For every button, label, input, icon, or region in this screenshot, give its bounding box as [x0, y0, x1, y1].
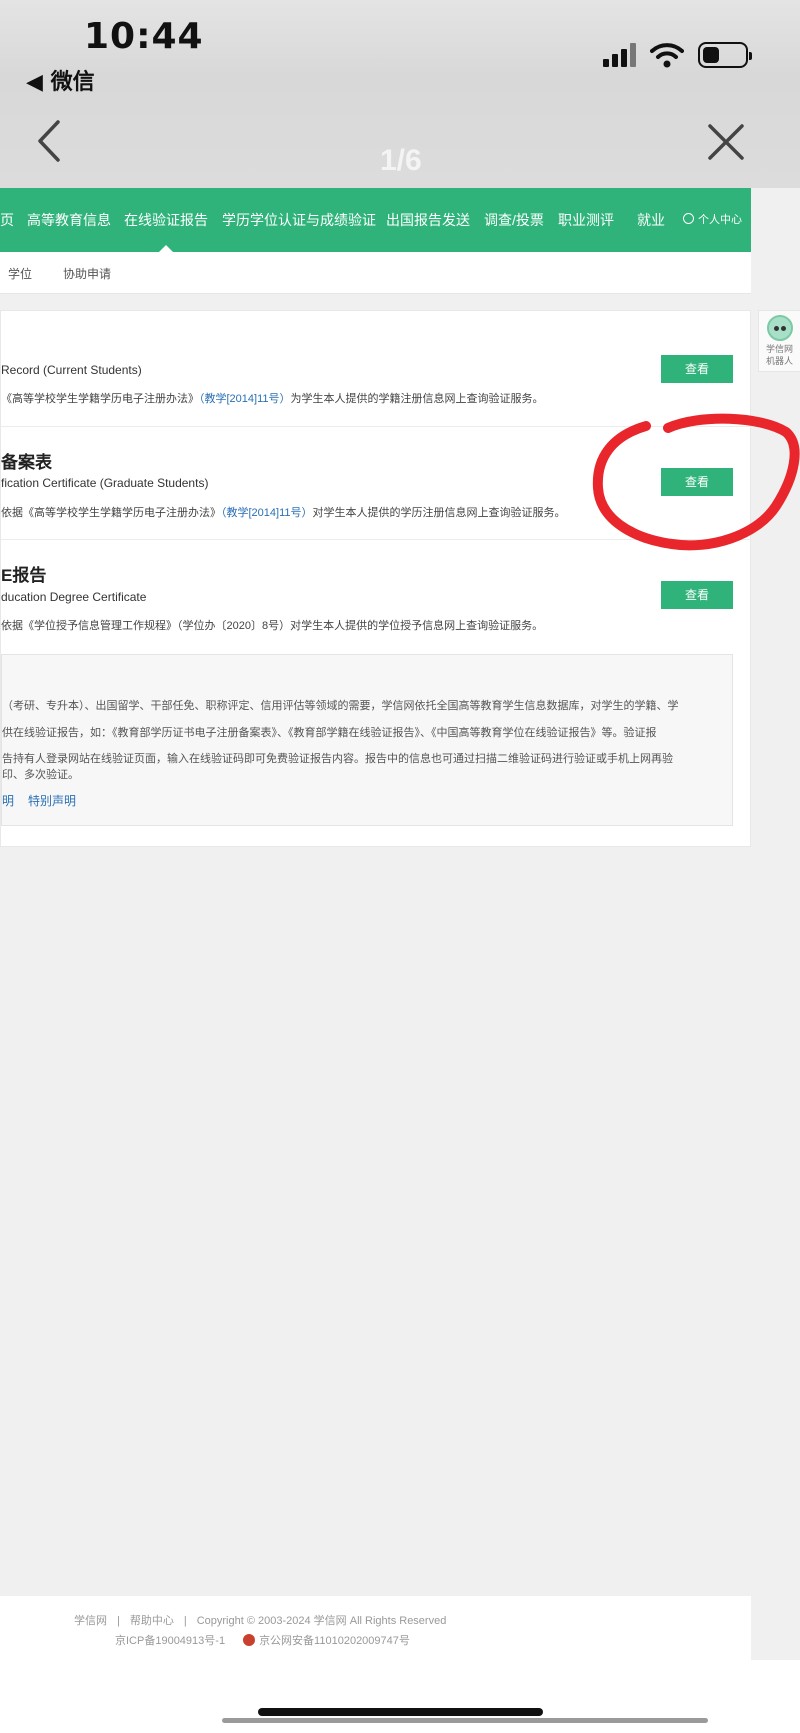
- footer-registration: 京ICP备19004913号-1 京公网安备11010202009747号: [115, 1632, 410, 1648]
- close-icon[interactable]: [706, 122, 746, 162]
- subnav-item-degree[interactable]: 学位: [8, 265, 32, 282]
- report-description-text: 对学生本人提供的学历注册信息网上查询验证服务。: [312, 507, 566, 519]
- menu-item-employment[interactable]: 就业: [637, 188, 665, 252]
- footer: 学信网 | 帮助中心 | Copyright © 2003-2024 学信网 All R…: [0, 1596, 751, 1660]
- user-center-label: 个人中心: [698, 214, 742, 226]
- footer-link-home[interactable]: 学信网: [74, 1615, 107, 1627]
- report-subtitle: Record (Current Students): [1, 363, 142, 377]
- robot-label: 机器人: [765, 356, 793, 366]
- report-description-text: 《高等学校学生学籍学历电子注册办法》: [1, 393, 199, 405]
- robot-icon: [766, 315, 793, 341]
- footer-icp[interactable]: 京ICP备19004913号-1: [115, 1635, 225, 1647]
- horizontal-scrollbar[interactable]: [222, 1718, 708, 1723]
- page-indicator: 1/6: [380, 144, 422, 177]
- report-description-text: 依据《高等学校学生学籍学历电子注册办法》: [1, 507, 221, 519]
- view-button[interactable]: 查看: [661, 355, 733, 383]
- report-title: E报告: [1, 566, 47, 585]
- wifi-icon: [650, 43, 684, 68]
- notice-line: 供在线验证报告，如：《教育部学历证书电子注册备案表》、《教育部学籍在线验证报告》…: [2, 727, 657, 739]
- back-to-wechat-link[interactable]: ◀ 微信: [26, 64, 95, 96]
- menu-item-career-test[interactable]: 职业测评: [558, 188, 614, 252]
- user-icon: [683, 213, 694, 224]
- report-subtitle: ducation Degree Certificate: [1, 590, 147, 604]
- menu-item-survey[interactable]: 调查/投票: [484, 188, 544, 252]
- footer-copyright: Copyright © 2003-2024 学信网 All Rights Res…: [196, 1615, 447, 1627]
- menu-item-overseas-report[interactable]: 出国报告发送: [386, 188, 470, 252]
- status-time: 10:44: [84, 16, 204, 57]
- notice-line: 印、多次验证。: [2, 769, 79, 781]
- footer-link-help[interactable]: 帮助中心: [130, 1615, 174, 1627]
- home-indicator[interactable]: [258, 1708, 543, 1716]
- menu-item-degree-certification[interactable]: 学历学位认证与成绩验证: [222, 188, 376, 252]
- signal-icon: [603, 43, 636, 67]
- user-center-link[interactable]: 个人中心: [683, 188, 742, 252]
- report-list-card: Record (Current Students) 《高等学校学生学籍学历电子注…: [0, 310, 752, 847]
- subnav-item-assist-apply[interactable]: 协助申请: [63, 265, 111, 282]
- info-notice: （考研、专升本）、出国留学、干部任免、职称评定、信用评估等领域的需要，学信网依托…: [1, 654, 733, 826]
- battery-icon: [698, 42, 752, 68]
- report-description-text: 为学生本人提供的学籍注册信息网上查询验证服务。: [290, 393, 544, 405]
- status-and-viewer-bar: 10:44 ◀ 微信 1/6: [0, 0, 800, 188]
- status-icons: [603, 40, 752, 70]
- police-badge-icon: [243, 1634, 256, 1646]
- red-annotation-circle: [592, 413, 800, 551]
- report-subtitle: fication Certificate (Graduate Students): [1, 476, 209, 490]
- menu-item-online-verification[interactable]: 在线验证报告: [124, 188, 208, 252]
- report-title: 备案表: [1, 453, 52, 472]
- robot-label: 学信网: [765, 344, 793, 354]
- notice-links: 明特别声明: [2, 792, 90, 809]
- footer-links: 学信网 | 帮助中心 | Copyright © 2003-2024 学信网 All R…: [74, 1615, 447, 1627]
- robot-assistant-button[interactable]: 学信网 机器人: [758, 310, 800, 372]
- notice-line: （考研、专升本）、出国留学、干部任免、职称评定、信用评估等领域的需要，学信网依托…: [2, 700, 679, 712]
- menu-item-home[interactable]: 页: [0, 188, 14, 252]
- report-description: 《高等学校学生学籍学历电子注册办法》（教学[2014]11号）为学生本人提供的学…: [1, 390, 544, 406]
- regulation-link[interactable]: （教学[2014]11号）: [221, 507, 313, 519]
- report-description: 依据《学位授予信息管理工作规程》（学位办〔2020〕8号）对学生本人提供的学位授…: [1, 617, 543, 633]
- special-statement-link[interactable]: 特别声明: [28, 794, 76, 808]
- sub-navigation: 学位 协助申请: [0, 252, 751, 294]
- report-description: 依据《高等学校学生学籍学历电子注册办法》（教学[2014]11号）对学生本人提供…: [1, 504, 566, 520]
- footer-police-record[interactable]: 京公网安备11010202009747号: [259, 1635, 410, 1647]
- view-button[interactable]: 查看: [661, 581, 733, 609]
- report-description-text: 依据《学位授予信息管理工作规程》（学位办〔2020〕8号）对学生本人提供的学位授…: [1, 620, 544, 632]
- notice-line: 告持有人登录网站在线验证页面，输入在线验证码即可免费验证报告内容。报告中的信息也…: [2, 753, 673, 765]
- menu-item-higher-education[interactable]: 高等教育信息: [27, 188, 111, 252]
- back-arrow-icon[interactable]: [32, 116, 68, 166]
- regulation-link[interactable]: （教学[2014]11号）: [199, 393, 291, 405]
- main-menu: 页 高等教育信息 在线验证报告 学历学位认证与成绩验证 出国报告发送 调查/投票…: [0, 188, 751, 252]
- notice-link[interactable]: 明: [2, 794, 14, 808]
